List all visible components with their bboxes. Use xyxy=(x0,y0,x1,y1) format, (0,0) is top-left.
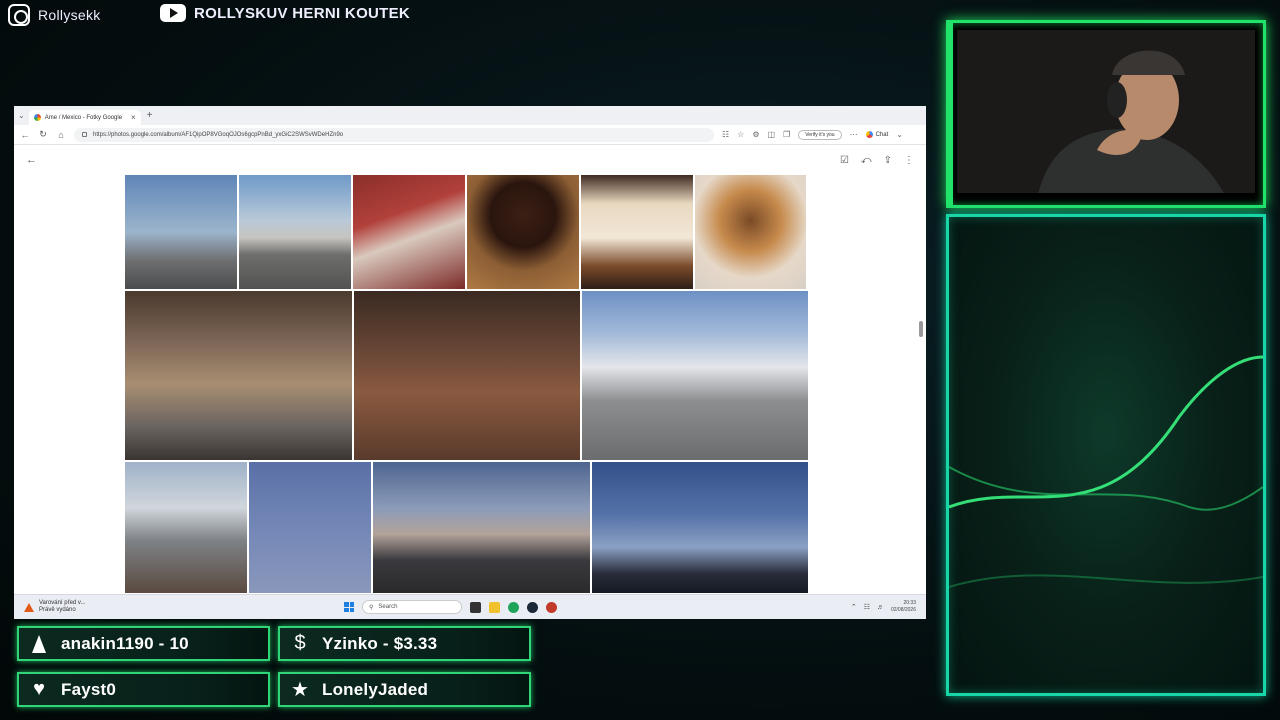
dollar-icon: $ xyxy=(294,632,306,654)
reader-icon[interactable]: ☷ xyxy=(722,130,729,139)
url-text: https://photos.google.com/album/AF1QipOP… xyxy=(93,131,344,138)
tab-title: Ame / Mexico - Fotky Google xyxy=(44,114,123,121)
share-icon[interactable]: ⤺ xyxy=(861,155,872,166)
back-icon[interactable]: ← xyxy=(20,130,30,140)
verify-button[interactable]: Verify it's you xyxy=(798,129,842,140)
network-icon[interactable]: ☷ xyxy=(864,603,870,611)
photo-diner-counter[interactable] xyxy=(125,291,352,460)
favorite-icon[interactable]: ☆ xyxy=(737,130,744,139)
chat-button[interactable]: Chat xyxy=(865,131,889,138)
tab-strip: ⌄ Ame / Mexico - Fotky Google × + xyxy=(14,106,926,125)
photo-diner-booth[interactable] xyxy=(353,175,465,289)
photos-header: ← ☑ ⤺ ⇪ ⋮ xyxy=(14,145,926,175)
more-options-icon[interactable]: ⋮ xyxy=(904,155,914,166)
file-explorer-icon[interactable] xyxy=(489,601,500,613)
alert-lonelyjaded: ★ LonelyJaded xyxy=(278,672,531,707)
tray-chevron-icon[interactable]: ⌃ xyxy=(851,603,857,611)
alert-label: Fayst0 xyxy=(61,679,117,699)
alert-label: Yzinko - $3.33 xyxy=(322,633,438,653)
webcam-accent-bar xyxy=(949,23,953,205)
reload-icon[interactable]: ↻ xyxy=(38,129,48,140)
youtube-label: ROLLYSKUV HERNI KOUTEK xyxy=(194,4,411,22)
photo-cybertruck[interactable] xyxy=(373,462,590,593)
decorative-panel xyxy=(946,214,1266,696)
clock-time: 20:33 xyxy=(903,600,916,606)
light-wave-graphic xyxy=(949,355,1263,588)
heart-icon: ♥ xyxy=(33,678,45,700)
photo-soda-glass[interactable] xyxy=(467,175,579,289)
photo-grid xyxy=(125,175,808,595)
browser-window: ⌄ Ame / Mexico - Fotky Google × + ← ↻ ⌂ … xyxy=(14,106,926,619)
photo-row xyxy=(125,175,808,289)
photo-menu[interactable] xyxy=(581,175,693,289)
home-icon[interactable]: ⌂ xyxy=(56,130,66,140)
more-icon[interactable]: ⋯ xyxy=(850,130,858,139)
page-scrollbar[interactable] xyxy=(919,321,923,337)
alert-label: anakin1190 - 10 xyxy=(61,633,189,653)
upload-icon[interactable]: ⇪ xyxy=(884,155,892,166)
split-screen-icon[interactable]: ◫ xyxy=(768,130,776,139)
alert-yzinko: $ Yzinko - $3.33 xyxy=(278,626,531,661)
new-tab-icon[interactable]: + xyxy=(147,110,153,121)
close-tab-icon[interactable]: × xyxy=(131,113,136,122)
youtube-channel: ROLLYSKUV HERNI KOUTEK xyxy=(160,4,410,22)
extensions-icon[interactable]: ⚙ xyxy=(752,130,759,139)
album-back-icon[interactable]: ← xyxy=(26,154,37,166)
warning-subtitle: Právě vydáno xyxy=(39,607,76,613)
toolbar-icons: ☷ ☆ ⚙ ◫ ❐ Verify it's you ⋯ Chat ⌄ xyxy=(722,129,903,140)
chat-label: Chat xyxy=(875,131,889,138)
weather-warning-widget[interactable]: Varování před v... Právě vydáno xyxy=(14,600,344,614)
search-placeholder: Search xyxy=(378,604,398,610)
steam-icon[interactable] xyxy=(527,601,538,613)
instagram-icon xyxy=(8,4,30,26)
photo-burger-onion-rings[interactable] xyxy=(695,175,806,289)
photo-row xyxy=(125,291,808,460)
photo-dennys-sign[interactable] xyxy=(354,291,580,460)
chevron-down-icon[interactable]: ⌄ xyxy=(896,130,903,139)
clock[interactable]: 20:33 02/08/2026 xyxy=(891,600,916,614)
diamond-icon xyxy=(29,634,49,654)
clock-date: 02/08/2026 xyxy=(890,607,916,613)
alert-anakin: anakin1190 - 10 xyxy=(17,626,270,661)
photo-us-flag-sky[interactable] xyxy=(249,462,371,593)
taskbar-center: ⚲ Search xyxy=(344,600,557,614)
instagram-label: Rollysekk xyxy=(38,7,101,23)
youtube-icon xyxy=(160,4,186,22)
photo-row xyxy=(125,462,808,593)
tab-list-icon[interactable]: ⌄ xyxy=(18,111,25,120)
webcam-frame xyxy=(946,20,1266,208)
photo-motel-sign[interactable] xyxy=(125,175,237,289)
instagram-handle: Rollysekk xyxy=(8,4,101,26)
photo-walmart-building[interactable] xyxy=(239,175,351,289)
taskbar-search[interactable]: ⚲ Search xyxy=(362,600,462,614)
warning-icon xyxy=(24,602,34,612)
warning-title: Varování před v... xyxy=(39,600,86,606)
address-bar: ← ↻ ⌂ https://photos.google.com/album/AF… xyxy=(14,125,926,145)
volume-icon[interactable]: ♬ xyxy=(877,604,884,611)
task-view-icon[interactable] xyxy=(470,601,481,613)
photo-trucks-lot[interactable] xyxy=(582,291,808,460)
alert-fayst: ♥ Fayst0 xyxy=(17,672,270,707)
obs-icon[interactable] xyxy=(546,601,557,613)
windows-taskbar: Varování před v... Právě vydáno ⚲ Search… xyxy=(14,594,926,619)
photo-selfie-truck[interactable] xyxy=(125,462,247,593)
star-icon: ★ xyxy=(291,679,309,701)
streamer-silhouette xyxy=(957,30,1255,193)
webcam-feed xyxy=(957,30,1255,193)
alert-label: LonelyJaded xyxy=(322,679,429,699)
system-tray: ⌃ ☷ ♬ 20:33 02/08/2026 xyxy=(851,600,926,614)
windows-start-icon[interactable] xyxy=(344,602,354,612)
chat-icon xyxy=(865,131,873,138)
collections-icon[interactable]: ❐ xyxy=(783,130,790,139)
url-field[interactable]: https://photos.google.com/album/AF1QipOP… xyxy=(74,127,714,142)
search-icon: ⚲ xyxy=(369,604,374,611)
tab-google-photos[interactable]: Ame / Mexico - Fotky Google × xyxy=(28,110,141,125)
photo-dusk-skyline[interactable] xyxy=(592,462,808,593)
lock-icon xyxy=(82,132,87,137)
add-to-album-icon[interactable]: ☑ xyxy=(840,155,849,166)
edge-browser-icon[interactable] xyxy=(508,601,519,613)
google-photos-favicon-icon xyxy=(33,114,41,121)
